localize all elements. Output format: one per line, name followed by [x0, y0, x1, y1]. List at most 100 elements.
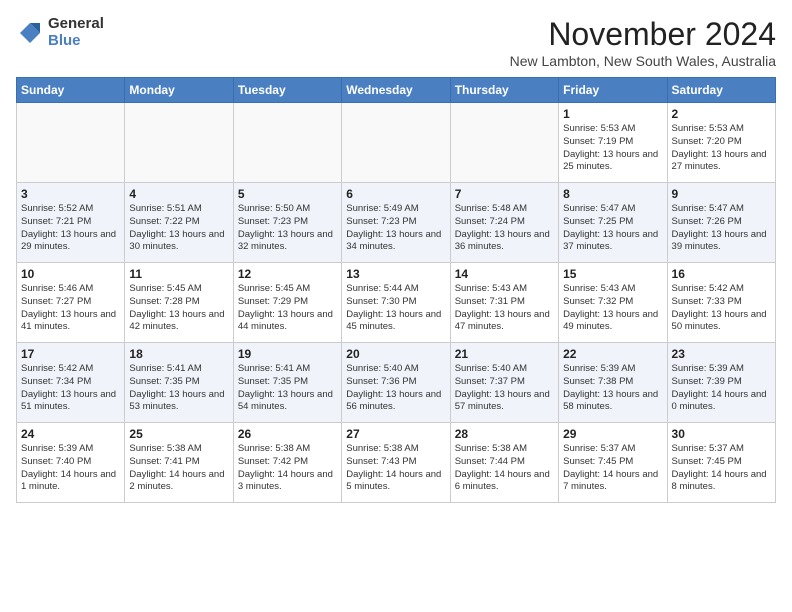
- day-number: 4: [129, 187, 228, 201]
- header-wednesday: Wednesday: [342, 78, 450, 103]
- day-cell: 2 Sunrise: 5:53 AM Sunset: 7:20 PM Daylig…: [667, 103, 775, 183]
- day-number: 2: [672, 107, 771, 121]
- day-info: Sunrise: 5:41 AM Sunset: 7:35 PM Dayligh…: [129, 363, 228, 414]
- day-cell: 20Sunrise: 5:40 AM Sunset: 7:36 PM Dayli…: [342, 343, 450, 423]
- day-cell: 18 Sunrise: 5:41 AM Sunset: 7:35 PM Dayli…: [125, 343, 233, 423]
- logo: General Blue: [16, 16, 104, 49]
- day-info: Sunrise: 5:48 AM Sunset: 7:24 PM Dayligh…: [455, 203, 554, 254]
- logo-text: General Blue: [48, 16, 104, 49]
- week-row-0: 1Sunrise: 5:53 AM Sunset: 7:19 PM Daylig…: [17, 103, 776, 183]
- day-info: Sunrise: 5:39 AM Sunset: 7:38 PM Dayligh…: [563, 363, 662, 414]
- logo-general: General: [48, 16, 104, 33]
- day-cell: [125, 103, 233, 183]
- day-cell: 30 Sunrise: 5:37 AM Sunset: 7:45 PM Dayli…: [667, 423, 775, 503]
- calendar-table: SundayMondayTuesdayWednesdayThursdayFrid…: [16, 77, 776, 503]
- header-friday: Friday: [559, 78, 667, 103]
- day-info: Sunrise: 5:53 AM Sunset: 7:20 PM Dayligh…: [672, 123, 771, 174]
- day-cell: 3 Sunrise: 5:52 AM Sunset: 7:21 PM Daylig…: [17, 183, 125, 263]
- day-cell: 17 Sunrise: 5:42 AM Sunset: 7:34 PM Dayli…: [17, 343, 125, 423]
- day-number: 23: [672, 347, 771, 361]
- day-number: 16: [672, 267, 771, 281]
- week-row-1: 3 Sunrise: 5:52 AM Sunset: 7:21 PM Daylig…: [17, 183, 776, 263]
- day-number: 28: [455, 427, 554, 441]
- day-cell: 14 Sunrise: 5:43 AM Sunset: 7:31 PM Dayli…: [450, 263, 558, 343]
- day-number: 13: [346, 267, 445, 281]
- day-info: Sunrise: 5:39 AM Sunset: 7:39 PM Dayligh…: [672, 363, 771, 414]
- day-number: 11: [129, 267, 228, 281]
- day-cell: 10Sunrise: 5:46 AM Sunset: 7:27 PM Dayli…: [17, 263, 125, 343]
- day-cell: 13 Sunrise: 5:44 AM Sunset: 7:30 PM Dayli…: [342, 263, 450, 343]
- day-cell: 9 Sunrise: 5:47 AM Sunset: 7:26 PM Daylig…: [667, 183, 775, 263]
- day-info: Sunrise: 5:37 AM Sunset: 7:45 PM Dayligh…: [563, 443, 662, 494]
- title-section: November 2024 New Lambton, New South Wal…: [510, 16, 776, 69]
- day-cell: 5Sunrise: 5:50 AM Sunset: 7:23 PM Daylig…: [233, 183, 341, 263]
- day-info: Sunrise: 5:47 AM Sunset: 7:26 PM Dayligh…: [672, 203, 771, 254]
- day-info: Sunrise: 5:45 AM Sunset: 7:28 PM Dayligh…: [129, 283, 228, 334]
- day-cell: 1Sunrise: 5:53 AM Sunset: 7:19 PM Daylig…: [559, 103, 667, 183]
- day-info: Sunrise: 5:37 AM Sunset: 7:45 PM Dayligh…: [672, 443, 771, 494]
- day-cell: 4 Sunrise: 5:51 AM Sunset: 7:22 PM Daylig…: [125, 183, 233, 263]
- day-number: 19: [238, 347, 337, 361]
- day-info: Sunrise: 5:53 AM Sunset: 7:19 PM Dayligh…: [563, 123, 662, 174]
- day-info: Sunrise: 5:49 AM Sunset: 7:23 PM Dayligh…: [346, 203, 445, 254]
- day-number: 20: [346, 347, 445, 361]
- day-info: Sunrise: 5:51 AM Sunset: 7:22 PM Dayligh…: [129, 203, 228, 254]
- day-cell: 22 Sunrise: 5:39 AM Sunset: 7:38 PM Dayli…: [559, 343, 667, 423]
- header-row: SundayMondayTuesdayWednesdayThursdayFrid…: [17, 78, 776, 103]
- day-number: 8: [563, 187, 662, 201]
- logo-blue: Blue: [48, 33, 104, 50]
- header-thursday: Thursday: [450, 78, 558, 103]
- calendar-body: 1Sunrise: 5:53 AM Sunset: 7:19 PM Daylig…: [17, 103, 776, 503]
- day-info: Sunrise: 5:39 AM Sunset: 7:40 PM Dayligh…: [21, 443, 120, 494]
- header-sunday: Sunday: [17, 78, 125, 103]
- day-info: Sunrise: 5:43 AM Sunset: 7:31 PM Dayligh…: [455, 283, 554, 334]
- day-info: Sunrise: 5:50 AM Sunset: 7:23 PM Dayligh…: [238, 203, 337, 254]
- day-info: Sunrise: 5:47 AM Sunset: 7:25 PM Dayligh…: [563, 203, 662, 254]
- day-cell: 29 Sunrise: 5:37 AM Sunset: 7:45 PM Dayli…: [559, 423, 667, 503]
- day-cell: 12Sunrise: 5:45 AM Sunset: 7:29 PM Dayli…: [233, 263, 341, 343]
- day-cell: [233, 103, 341, 183]
- day-cell: 21 Sunrise: 5:40 AM Sunset: 7:37 PM Dayli…: [450, 343, 558, 423]
- day-number: 3: [21, 187, 120, 201]
- header: General Blue November 2024 New Lambton, …: [16, 16, 776, 69]
- header-tuesday: Tuesday: [233, 78, 341, 103]
- day-info: Sunrise: 5:38 AM Sunset: 7:43 PM Dayligh…: [346, 443, 445, 494]
- day-number: 14: [455, 267, 554, 281]
- day-cell: 25Sunrise: 5:38 AM Sunset: 7:41 PM Dayli…: [125, 423, 233, 503]
- day-cell: 24 Sunrise: 5:39 AM Sunset: 7:40 PM Dayli…: [17, 423, 125, 503]
- day-number: 24: [21, 427, 120, 441]
- day-info: Sunrise: 5:43 AM Sunset: 7:32 PM Dayligh…: [563, 283, 662, 334]
- day-number: 26: [238, 427, 337, 441]
- logo-icon: [16, 19, 44, 47]
- day-cell: [450, 103, 558, 183]
- day-number: 9: [672, 187, 771, 201]
- day-number: 29: [563, 427, 662, 441]
- day-cell: 23 Sunrise: 5:39 AM Sunset: 7:39 PM Dayli…: [667, 343, 775, 423]
- day-info: Sunrise: 5:45 AM Sunset: 7:29 PM Dayligh…: [238, 283, 337, 334]
- day-cell: 11 Sunrise: 5:45 AM Sunset: 7:28 PM Dayli…: [125, 263, 233, 343]
- calendar-header: SundayMondayTuesdayWednesdayThursdayFrid…: [17, 78, 776, 103]
- day-info: Sunrise: 5:42 AM Sunset: 7:34 PM Dayligh…: [21, 363, 120, 414]
- day-cell: 16Sunrise: 5:42 AM Sunset: 7:33 PM Dayli…: [667, 263, 775, 343]
- day-cell: 28Sunrise: 5:38 AM Sunset: 7:44 PM Dayli…: [450, 423, 558, 503]
- day-number: 6: [346, 187, 445, 201]
- header-monday: Monday: [125, 78, 233, 103]
- month-year-title: November 2024: [510, 16, 776, 53]
- day-number: 21: [455, 347, 554, 361]
- day-cell: 27 Sunrise: 5:38 AM Sunset: 7:43 PM Dayli…: [342, 423, 450, 503]
- day-number: 27: [346, 427, 445, 441]
- day-cell: 6 Sunrise: 5:49 AM Sunset: 7:23 PM Daylig…: [342, 183, 450, 263]
- header-saturday: Saturday: [667, 78, 775, 103]
- week-row-4: 24 Sunrise: 5:39 AM Sunset: 7:40 PM Dayli…: [17, 423, 776, 503]
- day-info: Sunrise: 5:38 AM Sunset: 7:42 PM Dayligh…: [238, 443, 337, 494]
- day-number: 25: [129, 427, 228, 441]
- day-info: Sunrise: 5:44 AM Sunset: 7:30 PM Dayligh…: [346, 283, 445, 334]
- day-info: Sunrise: 5:40 AM Sunset: 7:37 PM Dayligh…: [455, 363, 554, 414]
- day-info: Sunrise: 5:52 AM Sunset: 7:21 PM Dayligh…: [21, 203, 120, 254]
- day-number: 30: [672, 427, 771, 441]
- day-number: 22: [563, 347, 662, 361]
- day-number: 10: [21, 267, 120, 281]
- day-info: Sunrise: 5:41 AM Sunset: 7:35 PM Dayligh…: [238, 363, 337, 414]
- day-number: 17: [21, 347, 120, 361]
- day-number: 18: [129, 347, 228, 361]
